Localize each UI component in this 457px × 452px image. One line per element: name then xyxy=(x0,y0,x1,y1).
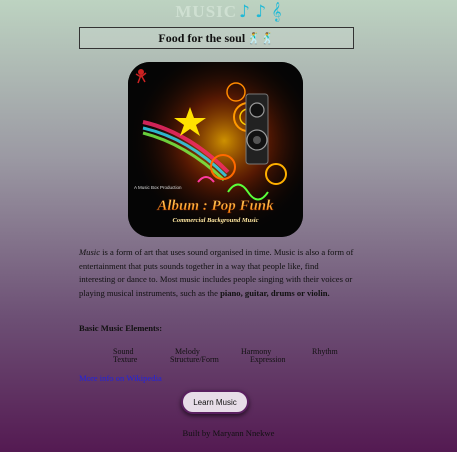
music-notes-icon: ♪ ♪ 𝄞 xyxy=(239,2,282,22)
album-production-text: A Music Box Production xyxy=(134,185,182,190)
element-item-texture: Texture xyxy=(113,355,138,364)
tagline-box: Food for the soul 🕺🕺 xyxy=(79,27,354,49)
tagline-text: Food for the soul xyxy=(158,31,246,45)
learn-music-button[interactable]: Learn Music xyxy=(181,390,249,414)
page-header: MUSIC ♪ ♪ 𝄞 xyxy=(0,2,457,22)
footer-credit: Built by Maryann Nnekwe xyxy=(182,428,275,438)
music-term: Music xyxy=(79,247,101,257)
element-item-expression: Expression xyxy=(250,355,286,364)
dancers-icon: 🕺🕺 xyxy=(247,32,275,45)
wikipedia-link[interactable]: More info on Wikipedia xyxy=(79,373,162,383)
instruments-text: piano, guitar, drums or violin. xyxy=(220,288,330,299)
element-item-rhythm: Rhythm xyxy=(312,347,338,356)
page-title: MUSIC xyxy=(175,2,238,21)
album-subtitle-text: Commercial Background Music xyxy=(173,217,259,224)
elements-heading: Basic Music Elements: xyxy=(79,323,163,333)
music-description: Music is a form of art that uses sound o… xyxy=(79,246,357,301)
album-cover-image: A Music Box Production Album : Pop Funk … xyxy=(128,62,303,237)
album-title-text: Album : Pop Funk xyxy=(156,198,274,214)
element-item-structure: Structure/Form xyxy=(170,355,219,364)
